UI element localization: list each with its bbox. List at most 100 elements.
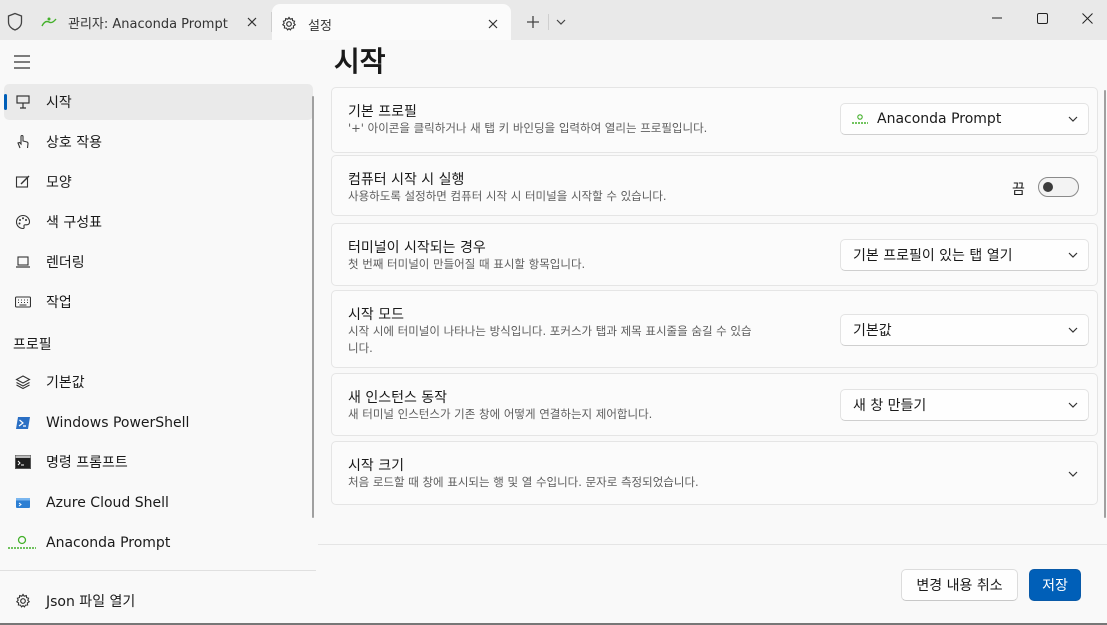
sidebar-scrollbar[interactable] <box>312 96 314 518</box>
tab-label: 설정 <box>308 18 332 34</box>
hamburger-menu-icon[interactable] <box>12 53 32 71</box>
sidebar-item-startup[interactable]: 시작 <box>4 84 313 120</box>
page-title: 시작 <box>334 45 386 78</box>
setting-title: 컴퓨터 시작 시 실행 <box>348 172 465 188</box>
launch-mode-dropdown[interactable]: 기본값 <box>840 314 1089 346</box>
sidebar-item-label: 모양 <box>46 175 72 191</box>
close-tab-icon[interactable] <box>238 8 266 36</box>
discard-changes-button[interactable]: 변경 내용 취소 <box>901 569 1018 601</box>
monitor-icon <box>14 253 32 271</box>
sidebar-item-label: 명령 프롬프트 <box>46 455 128 471</box>
sidebar-item-label: Windows PowerShell <box>46 415 190 431</box>
setting-launch-on-startup: 컴퓨터 시작 시 실행 사용하도록 설정하면 컴퓨터 시작 시 터미널을 시작할… <box>331 155 1098 216</box>
sidebar-item-defaults[interactable]: 기본값 <box>4 364 313 400</box>
setting-description: '+' 아이콘을 클릭하거나 새 탭 키 바인딩을 입력하여 열리는 프로필입니… <box>348 121 708 135</box>
new-instance-behavior-dropdown[interactable]: 새 창 만들기 <box>840 389 1089 421</box>
dropdown-value: Anaconda Prompt <box>877 111 1002 127</box>
anaconda-icon <box>851 113 869 125</box>
chevron-down-icon <box>1058 402 1088 408</box>
setting-title: 터미널이 시작되는 경우 <box>348 240 486 256</box>
dropdown-value: 기본 프로필이 있는 탭 열기 <box>853 248 1013 264</box>
setting-description-line1: 시작 시에 터미널이 나타나는 방식입니다. 포커스가 탭과 제목 표시줄을 숨… <box>348 324 752 338</box>
sidebar-item-label: Anaconda Prompt <box>46 535 171 551</box>
toggle-knob <box>1043 182 1053 192</box>
gear-icon <box>280 16 298 31</box>
setting-default-profile: 기본 프로필 '+' 아이콘을 클릭하거나 새 탭 키 바인딩을 입력하여 열리… <box>331 87 1098 153</box>
anaconda-icon <box>40 15 58 29</box>
setting-description: 사용하도록 설정하면 컴퓨터 시작 시 터미널을 시작할 수 있습니다. <box>348 189 667 203</box>
sidebar-item-color-schemes[interactable]: 색 구성표 <box>4 204 313 240</box>
close-tab-icon[interactable] <box>479 10 507 38</box>
tab-label: 관리자: Anaconda Prompt <box>68 16 228 32</box>
sidebar-item-windows-powershell[interactable]: Windows PowerShell <box>4 405 313 441</box>
setting-description: 새 터미널 인스턴스가 기존 창에 어떻게 연결하는지 제어합니다. <box>348 407 653 421</box>
powershell-icon <box>14 414 32 432</box>
sidebar-item-actions[interactable]: 작업 <box>4 284 313 320</box>
setting-title: 시작 크기 <box>348 458 404 474</box>
tab-settings[interactable]: 설정 <box>272 4 511 44</box>
selection-indicator <box>4 94 7 110</box>
chevron-down-icon <box>1058 327 1088 333</box>
launch-on-startup-toggle[interactable] <box>1038 177 1079 197</box>
sidebar-item-interaction[interactable]: 상호 작용 <box>4 124 313 160</box>
open-json-file-button[interactable]: Json 파일 열기 <box>4 583 313 619</box>
anaconda-icon <box>6 534 38 552</box>
paint-icon <box>14 173 32 191</box>
setting-title: 시작 모드 <box>348 307 404 323</box>
sidebar-item-rendering[interactable]: 렌더링 <box>4 244 313 280</box>
sidebar-divider <box>0 570 316 571</box>
profiles-header: 프로필 <box>13 337 52 353</box>
close-window-button[interactable] <box>1064 0 1107 36</box>
tab-dropdown-button[interactable] <box>550 8 572 36</box>
chevron-down-icon[interactable] <box>1065 466 1081 482</box>
keyboard-icon <box>14 293 32 311</box>
setting-title: 새 인스턴스 동작 <box>348 390 448 406</box>
save-button[interactable]: 저장 <box>1029 569 1081 601</box>
main-scrollbar[interactable] <box>1104 90 1106 518</box>
open-json-label: Json 파일 열기 <box>46 594 136 610</box>
dropdown-value: 기본값 <box>853 323 892 339</box>
cmd-icon <box>14 453 32 471</box>
sidebar-item-label: 색 구성표 <box>46 215 102 231</box>
rocket-icon <box>14 93 32 111</box>
footer-divider <box>318 544 1107 545</box>
minimize-button[interactable] <box>974 0 1020 36</box>
setting-description-line2: 니다. <box>348 341 373 355</box>
tab-divider <box>548 14 549 30</box>
setting-title: 기본 프로필 <box>348 104 417 120</box>
minimize-icon <box>992 17 1002 19</box>
setting-launch-size[interactable]: 시작 크기 처음 로드할 때 창에 표시되는 행 및 열 수입니다. 문자로 측… <box>331 441 1098 505</box>
sidebar-item-appearance[interactable]: 모양 <box>4 164 313 200</box>
sidebar-item-azure-cloud-shell[interactable]: Azure Cloud Shell <box>4 485 313 521</box>
dropdown-value: 새 창 만들기 <box>853 398 927 414</box>
sidebar-item-label: 상호 작용 <box>46 135 102 151</box>
gear-icon <box>14 592 32 610</box>
shield-icon <box>7 12 23 31</box>
first-window-preference-dropdown[interactable]: 기본 프로필이 있는 탭 열기 <box>840 239 1089 271</box>
hand-pointer-icon <box>14 133 32 151</box>
sidebar-item-label: 시작 <box>46 95 72 111</box>
close-icon <box>1081 12 1093 24</box>
maximize-icon <box>1036 12 1048 24</box>
setting-description: 첫 번째 터미널이 만들어질 때 표시할 항목입니다. <box>348 257 586 271</box>
setting-launch-mode: 시작 모드 시작 시에 터미널이 나타나는 방식입니다. 포커스가 탭과 제목 … <box>331 290 1098 368</box>
sidebar-item-label: Azure Cloud Shell <box>46 495 169 511</box>
maximize-button[interactable] <box>1019 0 1065 36</box>
sidebar-item-label: 기본값 <box>46 375 85 391</box>
setting-new-instance-behavior: 새 인스턴스 동작 새 터미널 인스턴스가 기존 창에 어떻게 연결하는지 제어… <box>331 373 1098 436</box>
sidebar-item-anaconda-prompt[interactable]: Anaconda Prompt <box>4 525 313 561</box>
setting-description: 처음 로드할 때 창에 표시되는 행 및 열 수입니다. 문자로 측정되었습니다… <box>348 475 699 489</box>
sidebar-item-label: 작업 <box>46 295 72 311</box>
palette-icon <box>14 213 32 231</box>
azure-icon <box>14 494 32 512</box>
layers-icon <box>14 373 32 391</box>
sidebar-item-command-prompt[interactable]: 명령 프롬프트 <box>4 444 313 480</box>
sidebar-item-label: 렌더링 <box>46 255 85 271</box>
title-bar: 관리자: Anaconda Prompt 설정 <box>0 0 1107 44</box>
new-tab-button[interactable] <box>520 8 546 36</box>
setting-when-terminal-starts: 터미널이 시작되는 경우 첫 번째 터미널이 만들어질 때 표시할 항목입니다.… <box>331 223 1098 286</box>
chevron-down-icon <box>1058 116 1088 122</box>
chevron-down-icon <box>1058 252 1088 258</box>
default-profile-dropdown[interactable]: Anaconda Prompt <box>840 103 1089 135</box>
tab-anaconda-prompt[interactable]: 관리자: Anaconda Prompt <box>32 4 270 40</box>
